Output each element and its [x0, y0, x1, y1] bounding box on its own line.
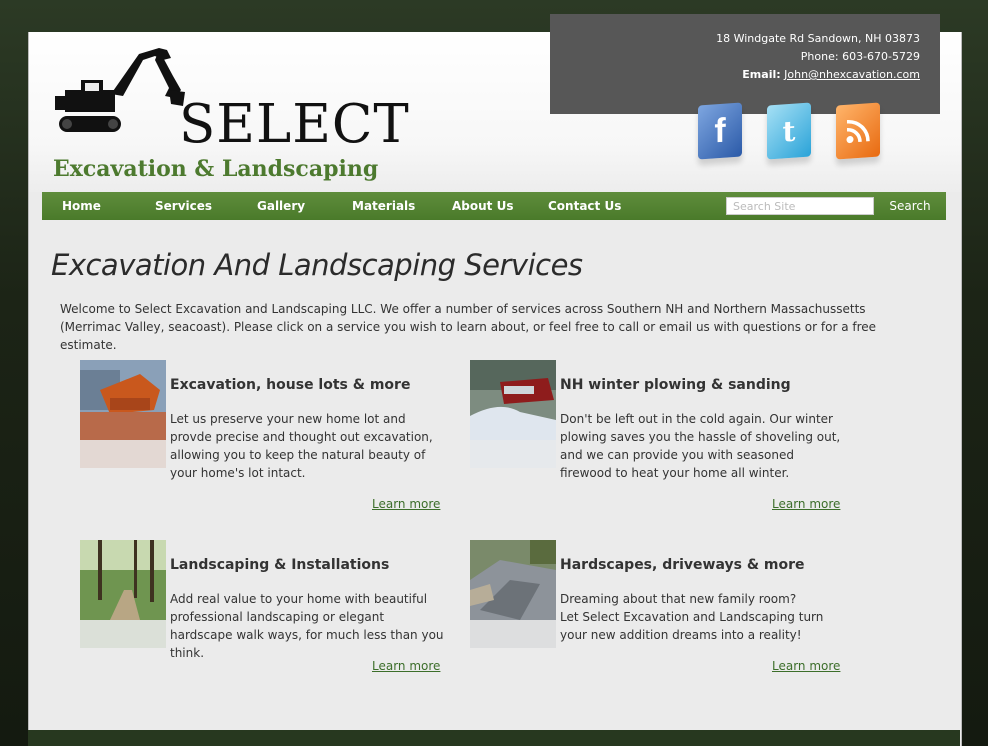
learn-more-hardscapes[interactable]: Learn more: [772, 659, 840, 673]
winter-plowing-image[interactable]: [470, 360, 556, 468]
service-desc-excavation: Let us preserve your new home lot and pr…: [170, 412, 433, 480]
rss-glyph: [846, 120, 870, 144]
service-desc-hardscapes-line2: Let Select Excavation and Landscaping tu…: [560, 610, 824, 642]
intro-text: Welcome to Select Excavation and Landsca…: [60, 302, 877, 352]
nav-home[interactable]: Home: [62, 192, 101, 220]
logo-tagline: Excavation & Landscaping: [53, 156, 379, 182]
learn-more-landscaping[interactable]: Learn more: [372, 659, 440, 673]
site-logo[interactable]: SELECT Excavation & Landscaping: [51, 46, 411, 182]
nav-gallery[interactable]: Gallery: [257, 192, 305, 220]
contact-email-link[interactable]: John@nhexcavation.com: [784, 68, 920, 81]
service-title-plowing: NH winter plowing & sanding: [560, 377, 791, 393]
main-nav: Home Services Gallery Materials About Us…: [42, 192, 946, 220]
nav-about-us[interactable]: About Us: [452, 192, 513, 220]
page-title: Excavation And Landscaping Services: [51, 248, 583, 282]
page-container: SELECT Excavation & Landscaping Excavati…: [28, 32, 962, 746]
logo-wordmark: SELECT: [179, 94, 410, 155]
excavation-image[interactable]: [80, 360, 166, 468]
service-title-hardscapes: Hardscapes, driveways & more: [560, 557, 805, 573]
learn-more-excavation[interactable]: Learn more: [372, 497, 440, 511]
contact-box: 18 Windgate Rd Sandown, NH 03873 Phone: …: [550, 14, 940, 114]
twitter-glyph: t: [782, 114, 796, 148]
footer-bar: [28, 730, 960, 746]
twitter-icon[interactable]: t: [767, 102, 811, 160]
nav-services[interactable]: Services: [155, 192, 212, 220]
service-desc-hardscapes: Dreaming about that new family room? Let…: [560, 590, 850, 644]
nav-contact-us[interactable]: Contact Us: [548, 192, 621, 220]
service-desc-landscaping: Add real value to your home with beautif…: [170, 592, 444, 660]
search-input[interactable]: [726, 197, 874, 215]
landscaping-image[interactable]: [80, 540, 166, 648]
contact-email-row: Email: John@nhexcavation.com: [550, 66, 920, 84]
contact-phone: Phone: 603-670-5729: [800, 50, 920, 63]
hardscapes-image[interactable]: [470, 540, 556, 648]
rss-icon[interactable]: [836, 102, 880, 160]
nav-materials[interactable]: Materials: [352, 192, 415, 220]
search-button[interactable]: Search: [880, 196, 940, 216]
learn-more-plowing[interactable]: Learn more: [772, 497, 840, 511]
service-desc-hardscapes-line1: Dreaming about that new family room?: [560, 592, 797, 606]
contact-email-label: Email:: [742, 68, 781, 81]
contact-address: 18 Windgate Rd Sandown, NH 03873: [716, 32, 920, 45]
facebook-icon[interactable]: f: [698, 102, 742, 160]
service-title-excavation: Excavation, house lots & more: [170, 377, 411, 393]
facebook-glyph: f: [714, 111, 726, 150]
service-desc-plowing: Don't be left out in the cold again. Our…: [560, 412, 841, 480]
service-title-landscaping: Landscaping & Installations: [170, 557, 390, 573]
